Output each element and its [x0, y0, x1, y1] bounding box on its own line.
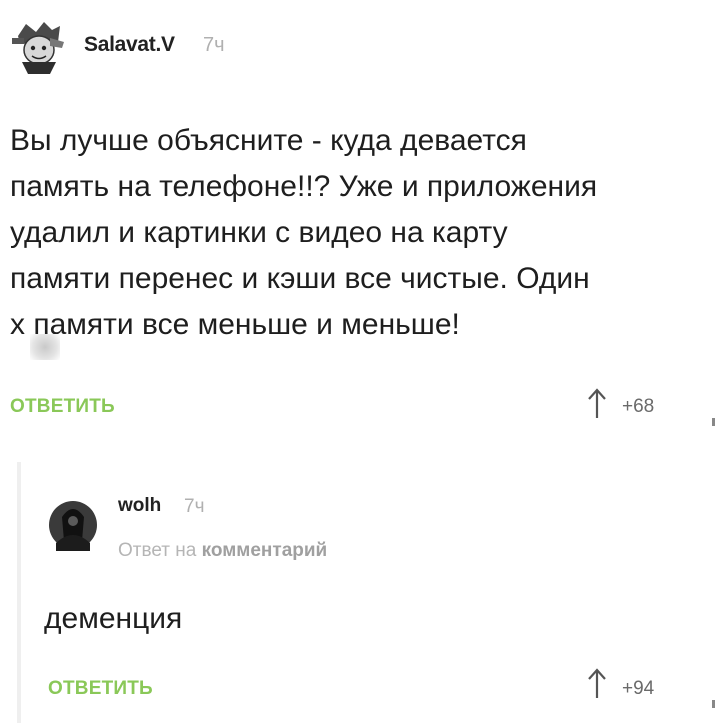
reply-to-prefix: Ответ на: [118, 540, 197, 561]
comment-text: деменция: [44, 602, 183, 635]
more-indicator: [712, 700, 715, 708]
upvote-arrow-icon[interactable]: [584, 666, 610, 702]
comment-line: Вы лучше объясните - куда девается: [10, 124, 527, 157]
reply-to-link[interactable]: комментарий: [202, 540, 328, 561]
timestamp: 7ч: [184, 496, 205, 517]
more-indicator: [712, 418, 715, 426]
avatar[interactable]: [48, 497, 98, 553]
comment-line: х памяти все меньше и меньше!: [10, 308, 460, 341]
comment-line: памяти перенес и кэши все чистые. Один: [10, 262, 590, 295]
comment-line: память на телефоне!!? Уже и приложения: [10, 170, 598, 203]
username[interactable]: wolh: [118, 495, 161, 517]
upvote-arrow-icon[interactable]: [584, 386, 610, 422]
reply-button[interactable]: ОТВЕТИТЬ: [10, 396, 115, 418]
rating-count: +94: [622, 678, 655, 699]
timestamp: 7ч: [203, 34, 225, 56]
comment-text: Вы лучше объясните - куда девается памят…: [10, 118, 710, 348]
censor-blur: [30, 334, 60, 360]
thread-line: [17, 462, 21, 723]
reply-to-label: Ответ на комментарий: [118, 540, 327, 562]
reply-button[interactable]: ОТВЕТИТЬ: [48, 678, 153, 700]
avatar[interactable]: [10, 18, 66, 80]
rating-count: +68: [622, 396, 655, 417]
comment: Salavat.V 7ч Вы лучше объясните - куда д…: [0, 0, 720, 440]
comment-line: удалил и картинки с видео на карту: [10, 216, 508, 249]
username[interactable]: Salavat.V: [84, 33, 175, 57]
